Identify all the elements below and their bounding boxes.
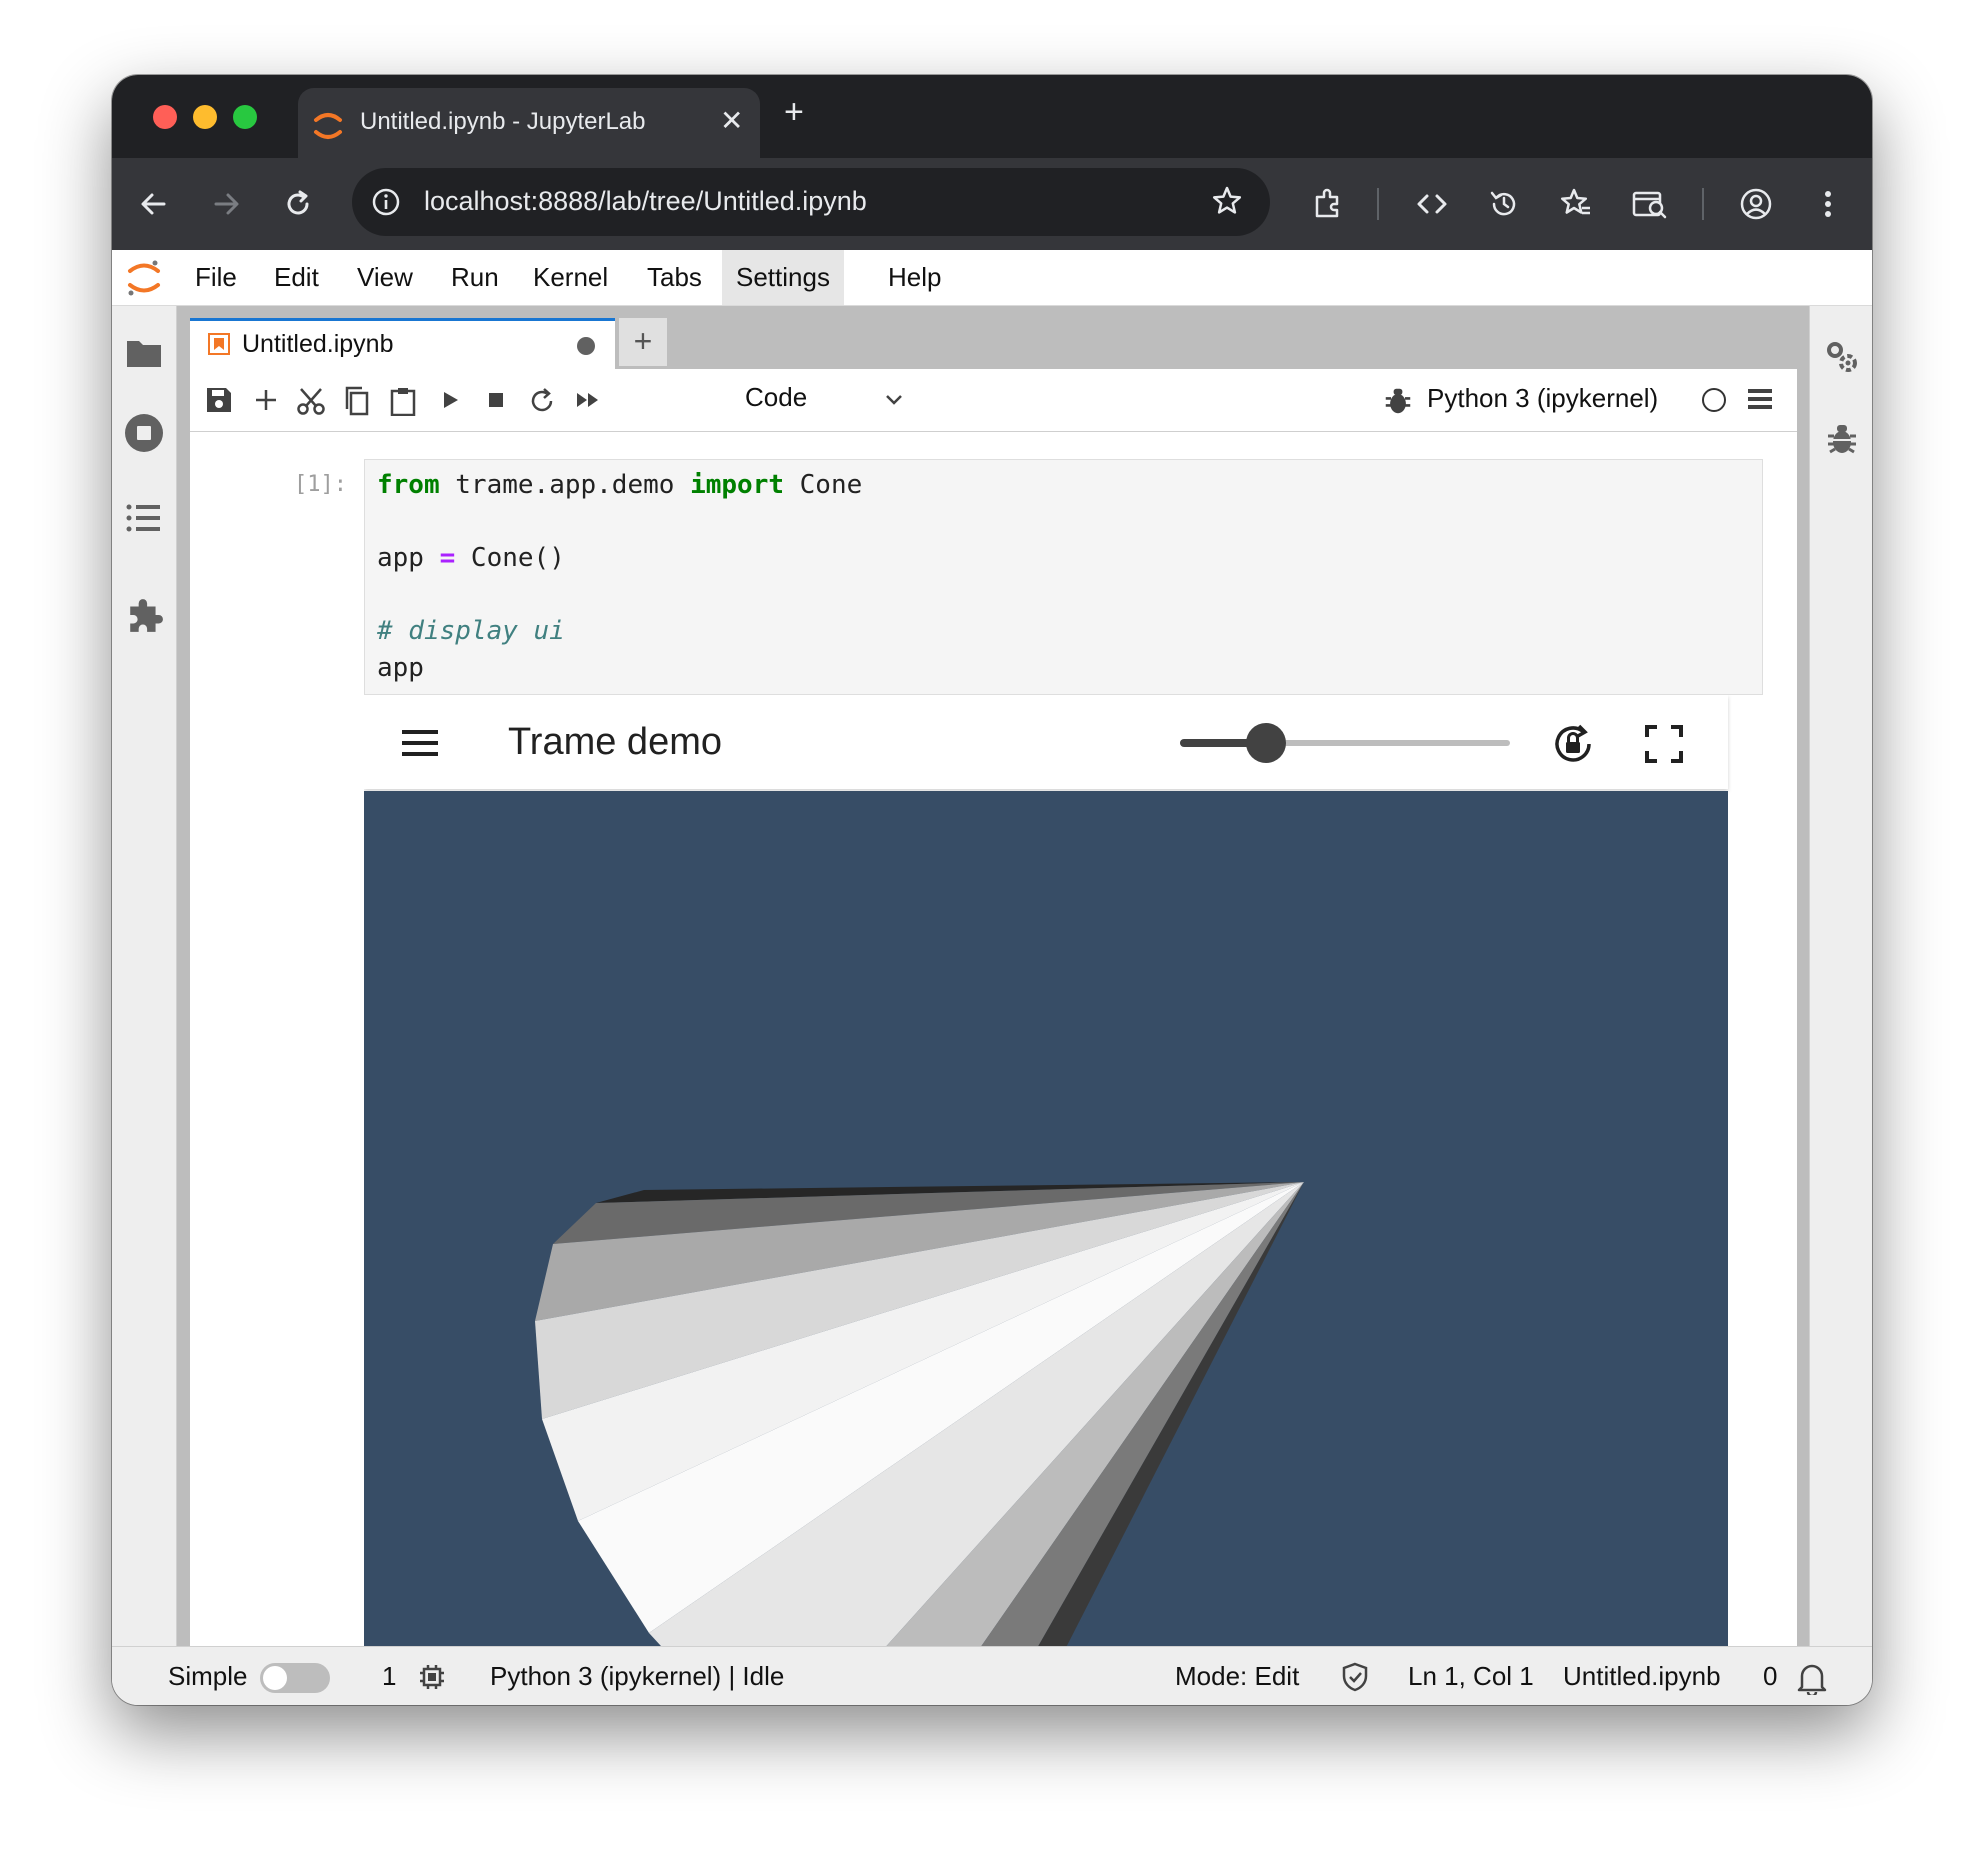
toggle-knob [263, 1666, 287, 1690]
history-icon[interactable] [1486, 186, 1522, 222]
trame-app-toolbar: Trame demo [364, 695, 1728, 789]
site-info-icon[interactable] [370, 186, 402, 223]
cut-icon[interactable] [296, 386, 326, 421]
notebook-toolbar: Code Python 3 (ipykernel) [190, 369, 1797, 432]
table-of-contents-icon[interactable] [126, 503, 162, 538]
property-menu-icon[interactable] [1747, 387, 1773, 416]
restart-kernel-icon[interactable] [527, 386, 557, 421]
folder-icon[interactable] [125, 336, 163, 375]
browser-toolbar: localhost:8888/lab/tree/Untitled.ipynb [112, 158, 1872, 250]
notebook-panel: Code Python 3 (ipykernel) [1]: from tram… [190, 369, 1797, 1646]
notebook-file-icon [208, 333, 230, 360]
reset-camera-lock-icon[interactable] [1550, 721, 1596, 772]
tab-search-icon[interactable] [1630, 186, 1667, 222]
url-text[interactable]: localhost:8888/lab/tree/Untitled.ipynb [424, 186, 867, 217]
main-dock-area: Untitled.ipynb + Code Python 3 (ipykerne… [177, 306, 1809, 1646]
menu-view[interactable]: View [343, 250, 427, 305]
kebab-menu-icon[interactable] [1810, 186, 1846, 222]
trusted-shield-icon[interactable] [1341, 1662, 1369, 1697]
current-file-name: Untitled.ipynb [1563, 1661, 1721, 1691]
toolbar-divider [1377, 188, 1379, 220]
menu-run[interactable]: Run [437, 250, 513, 305]
code-line: app [377, 653, 424, 683]
terminal-count[interactable]: 1 [382, 1661, 396, 1692]
chevron-down-icon[interactable] [883, 388, 905, 415]
bookmarks-manager-icon[interactable] [1558, 186, 1594, 222]
forward-arrow-icon[interactable] [208, 186, 244, 222]
extensions-puzzle-icon[interactable] [1310, 186, 1346, 222]
debugger-bug-icon[interactable] [1384, 386, 1412, 421]
code-cell-editor[interactable]: from trame.app.demo import Cone app = Co… [364, 459, 1763, 695]
address-bar[interactable]: localhost:8888/lab/tree/Untitled.ipynb [352, 168, 1270, 236]
code-line: from trame.app.demo import Cone [377, 470, 863, 500]
copy-icon[interactable] [342, 386, 372, 421]
status-bar: Simple 1 Python 3 (ipykernel) | Idle Mod… [112, 1646, 1872, 1705]
browser-window: Untitled.ipynb - JupyterLab ✕ + localhos… [112, 75, 1872, 1705]
toolbar-divider [1702, 188, 1704, 220]
code-line: app = Cone() [377, 543, 565, 573]
profile-avatar-icon[interactable] [1738, 186, 1774, 222]
property-inspector-gears-icon[interactable] [1824, 339, 1860, 380]
menu-help[interactable]: Help [874, 250, 955, 305]
drawer-menu-icon[interactable] [400, 728, 440, 763]
menu-file[interactable]: File [181, 250, 251, 305]
simple-mode-label: Simple [168, 1661, 248, 1691]
jupyter-favicon-icon [312, 110, 344, 147]
jupyter-logo-icon [124, 258, 164, 303]
browser-tab-active[interactable]: Untitled.ipynb - JupyterLab ✕ [298, 88, 760, 158]
restart-run-all-icon[interactable] [573, 386, 603, 419]
left-sidebar [112, 306, 177, 1646]
menu-tabs[interactable]: Tabs [633, 250, 716, 305]
simple-mode-toggle[interactable] [260, 1663, 330, 1693]
minimize-window-button[interactable] [193, 105, 217, 129]
vtk-render-view[interactable] [364, 791, 1728, 1646]
back-arrow-icon[interactable] [136, 186, 172, 222]
reload-icon[interactable] [280, 186, 316, 222]
save-icon[interactable] [205, 386, 233, 419]
browser-tabstrip: Untitled.ipynb - JupyterLab ✕ + [112, 75, 1872, 158]
new-tab-button[interactable]: + [784, 95, 804, 129]
resolution-slider[interactable] [1180, 723, 1510, 763]
paste-icon[interactable] [388, 386, 418, 421]
cone-render [535, 1182, 1304, 1646]
kernel-status-text[interactable]: Python 3 (ipykernel) | Idle [490, 1661, 784, 1692]
extensions-puzzle-icon[interactable] [126, 596, 164, 639]
kernel-name[interactable]: Python 3 (ipykernel) [1427, 383, 1658, 414]
right-sidebar [1809, 306, 1872, 1646]
debugger-bug-icon[interactable] [1826, 422, 1858, 461]
browser-tab-title: Untitled.ipynb - JupyterLab [360, 108, 646, 135]
bookmark-star-icon[interactable] [1210, 184, 1244, 223]
menu-settings[interactable]: Settings [722, 250, 844, 305]
notification-bell-icon[interactable] [1796, 1661, 1828, 1700]
code-comment: # display ui [377, 616, 565, 646]
slider-thumb[interactable] [1246, 723, 1286, 763]
menu-kernel[interactable]: Kernel [519, 250, 622, 305]
cell-type-dropdown[interactable]: Code [745, 382, 807, 413]
add-launcher-tab-button[interactable]: + [619, 318, 667, 366]
insert-cell-icon[interactable] [252, 386, 280, 419]
notification-count: 0 [1763, 1661, 1778, 1691]
cell-output: Trame demo [364, 695, 1764, 1646]
close-tab-icon[interactable]: ✕ [720, 104, 743, 137]
notebook-tab[interactable]: Untitled.ipynb [190, 318, 615, 369]
cell-prompt: [1]: [294, 472, 347, 497]
notebook-tab-title: Untitled.ipynb [242, 330, 394, 358]
interrupt-kernel-icon[interactable] [482, 386, 510, 419]
kernel-status-idle-icon [1702, 388, 1726, 412]
menu-edit[interactable]: Edit [260, 250, 333, 305]
maximize-window-button[interactable] [233, 105, 257, 129]
devtools-code-icon[interactable] [1414, 186, 1450, 222]
jupyter-menubar: File Edit View Run Kernel Tabs Settings … [112, 250, 1872, 306]
close-window-button[interactable] [153, 105, 177, 129]
fullscreen-icon[interactable] [1644, 724, 1684, 769]
run-cell-icon[interactable] [436, 386, 464, 419]
editor-mode: Mode: Edit [1175, 1661, 1300, 1691]
running-sessions-icon[interactable] [124, 413, 164, 458]
kernel-cpu-icon[interactable] [418, 1663, 446, 1696]
cursor-position[interactable]: Ln 1, Col 1 [1408, 1661, 1534, 1692]
trame-title: Trame demo [508, 721, 722, 763]
unsaved-indicator-icon[interactable] [577, 337, 595, 355]
